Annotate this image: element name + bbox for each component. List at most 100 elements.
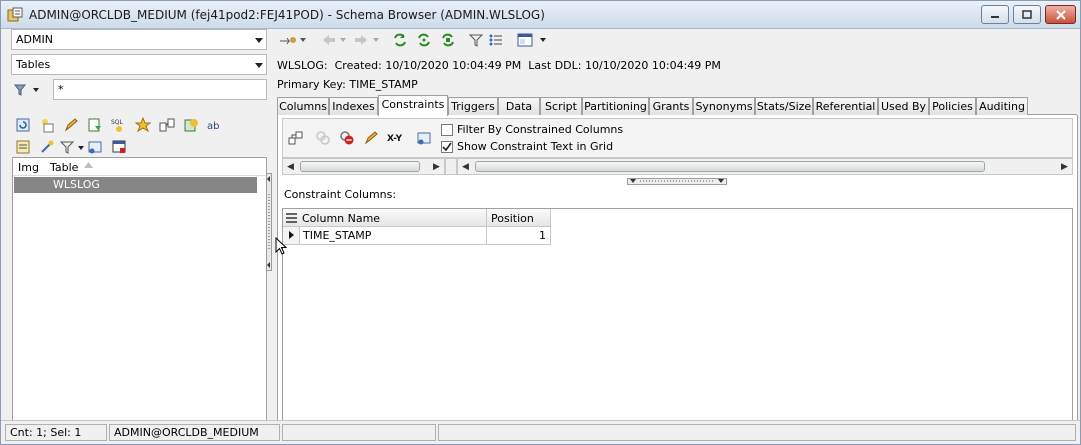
scroll-thumb[interactable] [300,161,420,172]
app-icon [7,7,23,23]
create-table-icon[interactable] [39,117,55,133]
filter-funnel-icon[interactable] [13,82,29,98]
status-connection: ADMIN@ORCLDB_MEDIUM [109,424,280,441]
forward-arrow-icon[interactable] [353,32,369,48]
position-header-label: Position [491,212,534,225]
abc-text-icon[interactable]: ab [207,117,223,133]
grid-row-position[interactable]: 1 [487,227,551,245]
column-name-header-label: Column Name [302,212,381,225]
key-menu-arrow-icon[interactable] [300,38,306,42]
constraint-columns-grid[interactable]: Column Name Position TIME_STAMP 1 [282,208,1073,430]
enable-constraint-icon[interactable] [315,130,331,146]
header-img[interactable]: Img [18,161,39,174]
pane-splitter[interactable] [266,173,272,271]
object-type-dropdown[interactable]: Tables [11,54,267,75]
scroll-left-icon[interactable]: ◀ [283,159,298,174]
scroll-right-icon[interactable]: ▶ [1057,159,1072,174]
tab-synonyms[interactable]: Synonyms [693,97,755,115]
scroll-left-icon[interactable]: ◀ [458,159,473,174]
tab-used-by[interactable]: Used By [878,97,929,115]
filter-constrained-checkbox[interactable] [441,124,453,136]
show-constraint-text-label: Show Constraint Text in Grid [457,140,614,153]
tab-partitioning[interactable]: Partitioning [582,97,649,115]
last-ddl-value: 10/10/2020 10:04:49 PM [584,59,721,72]
grid-header-position[interactable]: Position [487,209,551,227]
filter-options-arrow-icon[interactable] [78,146,84,150]
object-name: WLSLOG: [277,59,328,72]
left-horizontal-scrollbar[interactable]: ◀ ▶ [282,158,445,175]
show-constraint-text-checkbox[interactable] [441,141,453,153]
constraint-columns-label: Constraint Columns: [284,188,397,201]
tab-indexes[interactable]: Indexes [329,97,378,115]
schema-browser-window: ADMIN@ORCLDB_MEDIUM (fej41pod2:FEJ41POD)… [0,0,1081,445]
schema-dropdown[interactable]: ADMIN [11,29,267,50]
grid-view-icon[interactable] [416,130,432,146]
tab-script[interactable]: Script [540,97,582,115]
grid-row-column-name[interactable]: TIME_STAMP [300,227,487,245]
refresh-icon[interactable] [392,32,408,48]
auto-refresh-icon[interactable] [440,32,456,48]
sparkle-icon[interactable] [39,139,55,155]
back-arrow-icon[interactable] [321,32,337,48]
tab-referential[interactable]: Referential [813,97,878,115]
table-structure-icon[interactable] [159,117,175,133]
key-arrow-icon[interactable] [279,32,296,48]
scroll-divider[interactable] [445,158,457,175]
table-row[interactable]: WLSLOG [14,177,257,193]
table-filter-input[interactable]: * [53,79,267,100]
header-table[interactable]: Table [50,161,78,174]
maximize-icon [1022,10,1032,19]
maximize-button[interactable] [1013,5,1041,24]
layout-menu-arrow-icon[interactable] [540,38,546,42]
tab-data[interactable]: Data [498,97,540,115]
chevron-down-icon [255,38,263,43]
minimize-button[interactable] [981,5,1009,24]
filter-menu-arrow-icon[interactable] [33,88,39,92]
report-icon[interactable] [15,139,31,155]
tab-columns[interactable]: Columns [277,97,329,115]
list-options-icon[interactable] [488,32,504,48]
tab-constraints[interactable]: Constraints [378,95,448,116]
tab-auditing[interactable]: Auditing [976,97,1028,115]
tab-stats-size[interactable]: Stats/Size [755,97,813,115]
grid-export-icon[interactable] [87,139,103,155]
primary-key-value: TIME_STAMP [349,78,418,91]
status-panel-empty-2 [438,424,1076,441]
window-red-icon[interactable] [111,139,127,155]
grid-menu-icon[interactable] [286,213,298,223]
object-type-value: Tables [16,58,51,71]
filter-icon[interactable] [59,139,75,155]
status-bar: Cnt: 1; Sel: 1 ADMIN@ORCLDB_MEDIUM [1,420,1080,444]
back-menu-arrow-icon[interactable] [340,38,346,42]
sql-icon[interactable]: SQL [111,117,127,133]
table-filter-value: * [58,83,64,96]
right-horizontal-scrollbar[interactable]: ◀ ▶ [457,158,1073,175]
last-ddl-label: Last DDL: [528,59,582,72]
compare-icon[interactable] [183,117,199,133]
constraint-tree-icon[interactable] [288,130,304,146]
edit-pencil-icon[interactable] [63,117,79,133]
privileges-icon[interactable] [135,117,151,133]
tab-triggers[interactable]: Triggers [448,97,498,115]
xy-columns-icon[interactable]: X-Y [387,130,403,146]
funnel-filter-icon[interactable] [468,32,484,48]
layout-window-icon[interactable] [517,32,533,48]
constraints-toolbar: X-Y Filter By Constrained Columns Show C… [282,118,1073,158]
forward-menu-arrow-icon[interactable] [373,38,379,42]
tab-grants[interactable]: Grants [649,97,693,115]
close-button[interactable] [1045,5,1076,24]
refresh-all-icon[interactable] [416,32,432,48]
scroll-thumb[interactable] [475,161,985,172]
sort-ascending-icon [84,162,93,169]
script-icon[interactable] [87,117,103,133]
detail-tabs: Columns Indexes Constraints Triggers Dat… [277,95,1077,116]
tab-policies[interactable]: Policies [929,97,976,115]
panel-collapse-handle[interactable] [627,178,727,185]
disable-constraint-icon[interactable] [339,130,355,146]
refresh-list-icon[interactable] [15,117,31,133]
grid-header-column-name[interactable]: Column Name [283,209,487,227]
scroll-right-icon[interactable]: ▶ [429,159,444,174]
minimize-icon [990,11,1000,19]
edit-constraint-icon[interactable] [363,130,379,146]
table-list[interactable]: Img Table WLSLOG [12,157,267,444]
